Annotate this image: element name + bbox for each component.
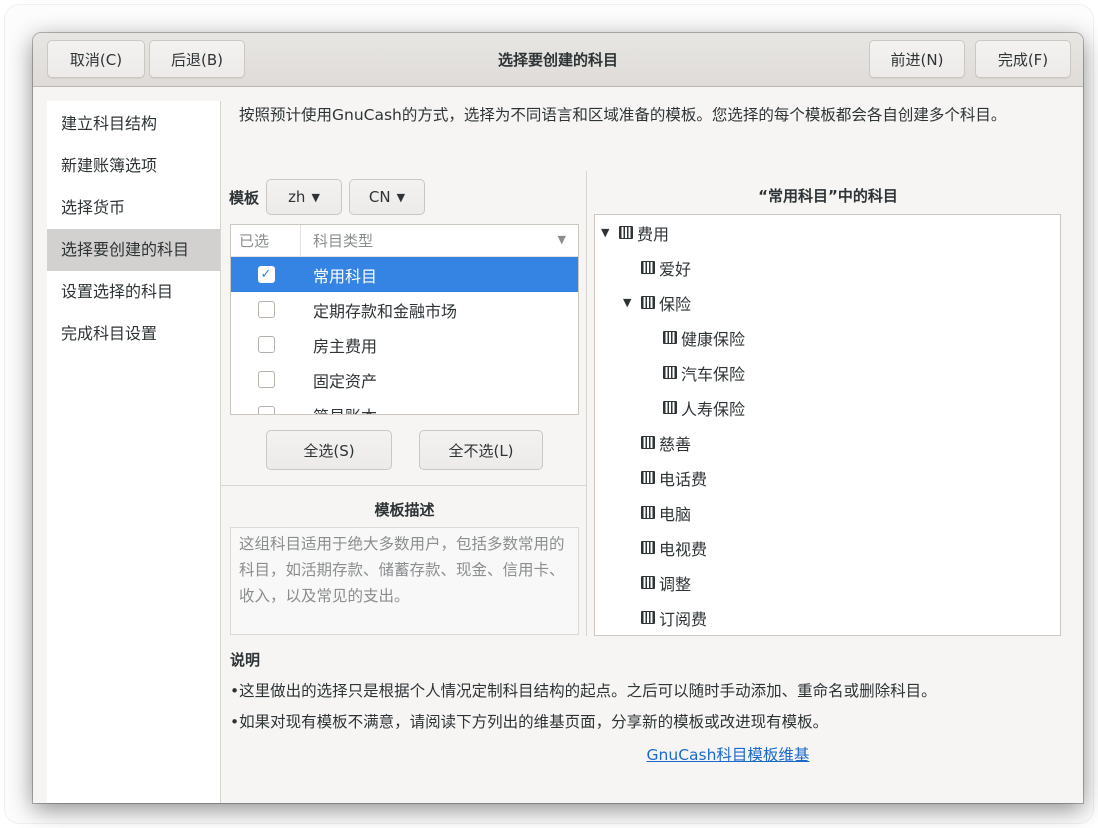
account-icon xyxy=(663,331,677,344)
select-none-button[interactable]: 全不选(L) xyxy=(419,430,543,470)
list-item[interactable]: 房主费用 xyxy=(231,327,578,362)
account-icon xyxy=(619,226,633,239)
tree-item[interactable]: 电话费 xyxy=(623,460,707,495)
tree-item-label: 慈善 xyxy=(659,434,692,454)
tree-item-label: 爱好 xyxy=(659,259,692,279)
notes-line: •这里做出的选择只是根据个人情况定制科目结构的起点。之后可以随时手动添加、重命名… xyxy=(230,682,937,700)
sidebar-item-structure[interactable]: 建立科目结构 xyxy=(47,103,220,145)
finish-button[interactable]: 完成(F) xyxy=(975,40,1071,78)
template-list: 已选 科目类型 ▼ ✓ 常用科目 定期存款和金融市场 房主费用 固定资产 简易账… xyxy=(230,224,579,415)
list-item[interactable]: 简易账本 xyxy=(231,397,578,415)
account-icon xyxy=(641,471,655,484)
tree-item[interactable]: 爱好 xyxy=(623,250,691,285)
expander-open-icon[interactable]: ▼ xyxy=(601,226,615,239)
tree-item[interactable]: ▼ 保险 xyxy=(623,285,691,320)
region-dropdown[interactable]: CN ▼ xyxy=(349,179,425,215)
account-icon xyxy=(663,401,677,414)
template-label: 模板 xyxy=(229,189,260,207)
tree-item[interactable]: 健康保险 xyxy=(645,320,745,355)
language-value: zh xyxy=(288,188,306,206)
expander-open-icon[interactable]: ▼ xyxy=(623,296,637,309)
assistant-window: 取消(C) 后退(B) 选择要创建的科目 前进(N) 完成(F) 建立科目结构 … xyxy=(33,33,1083,803)
account-icon xyxy=(641,576,655,589)
list-item[interactable]: ✓ 常用科目 xyxy=(231,257,578,292)
region-value: CN xyxy=(368,188,391,206)
account-icon xyxy=(641,506,655,519)
chevron-down-icon: ▼ xyxy=(311,190,320,204)
account-icon xyxy=(663,366,677,379)
forward-button[interactable]: 前进(N) xyxy=(869,40,965,78)
tree-item[interactable]: 人寿保险 xyxy=(645,390,745,425)
tree-item-label: 电视费 xyxy=(659,539,708,559)
list-item-label: 简易账本 xyxy=(301,403,377,415)
checkbox[interactable] xyxy=(257,371,275,388)
list-header: 已选 科目类型 ▼ xyxy=(231,225,578,257)
tree-title: “常用科目”中的科目 xyxy=(758,187,898,205)
checkbox[interactable] xyxy=(257,301,275,318)
tree-item-label: 健康保险 xyxy=(681,329,746,349)
checkbox[interactable] xyxy=(257,406,275,414)
divider xyxy=(586,171,587,636)
sidebar-item-finish[interactable]: 完成科目设置 xyxy=(47,313,220,355)
language-dropdown[interactable]: zh ▼ xyxy=(266,179,342,215)
wiki-link[interactable]: GnuCash科目模板维基 xyxy=(647,746,810,764)
tree-item[interactable]: 慈善 xyxy=(623,425,691,460)
back-button[interactable]: 后退(B) xyxy=(149,40,245,78)
tree-item[interactable]: 汽车保险 xyxy=(645,355,745,390)
cancel-button[interactable]: 取消(C) xyxy=(47,40,145,78)
tree-item-label: 汽车保险 xyxy=(681,364,746,384)
column-header-type[interactable]: 科目类型 xyxy=(301,230,373,251)
header-bar: 取消(C) 后退(B) 选择要创建的科目 前进(N) 完成(F) xyxy=(33,33,1083,87)
sort-arrow-icon: ▼ xyxy=(557,233,566,246)
tree-item[interactable]: 电脑 xyxy=(623,495,691,530)
checkbox[interactable] xyxy=(257,336,275,353)
tree-item[interactable]: 调整 xyxy=(623,565,691,600)
checkbox[interactable]: ✓ xyxy=(257,266,275,283)
tree-item[interactable]: 电视费 xyxy=(623,530,707,565)
tree-item[interactable]: 订阅费 xyxy=(623,600,707,635)
description-text: 这组科目适用于绝大多数用户，包括多数常用的科目，如活期存款、储蓄存款、现金、信用… xyxy=(230,527,579,635)
list-item[interactable]: 固定资产 xyxy=(231,362,578,397)
tree-item[interactable]: ▼ 费用 xyxy=(601,215,669,250)
tree-item-label: 人寿保险 xyxy=(681,399,746,419)
list-item-label: 常用科目 xyxy=(313,266,378,286)
select-all-button[interactable]: 全选(S) xyxy=(266,430,392,470)
list-item[interactable]: 定期存款和金融市场 xyxy=(231,292,578,327)
sidebar-item-choose-accounts[interactable]: 选择要创建的科目 xyxy=(47,229,220,271)
account-icon xyxy=(641,261,655,274)
tree-item-label: 费用 xyxy=(637,224,670,244)
sidebar-item-setup-accounts[interactable]: 设置选择的科目 xyxy=(47,271,220,313)
chevron-down-icon: ▼ xyxy=(396,190,406,204)
sidebar-item-currency[interactable]: 选择货币 xyxy=(47,187,220,229)
account-icon xyxy=(641,541,655,554)
sidebar-item-book-options[interactable]: 新建账簿选项 xyxy=(47,145,220,187)
list-item-label: 固定资产 xyxy=(313,371,378,391)
notes-title: 说明 xyxy=(230,651,261,669)
account-icon xyxy=(641,436,655,449)
tree-item-label: 电脑 xyxy=(659,504,692,524)
tree-item-label: 调整 xyxy=(659,574,692,594)
intro-text: 按照预计使用GnuCash的方式，选择为不同语言和区域准备的模板。您选择的每个模… xyxy=(239,106,1007,124)
list-item-label: 房主费用 xyxy=(313,336,378,356)
tree-item-label: 电话费 xyxy=(659,469,708,489)
description-title: 模板描述 xyxy=(374,501,435,519)
notes-line: •如果对现有模板不满意，请阅读下方列出的维基页面，分享新的模板或改进现有模板。 xyxy=(230,713,829,731)
account-icon xyxy=(641,611,655,624)
divider xyxy=(221,485,586,486)
wiki-link-row: GnuCash科目模板维基 xyxy=(33,743,1083,765)
tree-item-label: 订阅费 xyxy=(659,609,708,629)
column-header-selected[interactable]: 已选 xyxy=(231,225,301,256)
list-item-label: 定期存款和金融市场 xyxy=(313,301,458,321)
account-tree: ▼ 费用 爱好 ▼ 保险 健康保险 汽车保险 人寿保险 慈善 电话费 电脑 电视… xyxy=(594,214,1061,636)
tree-item-label: 保险 xyxy=(659,294,692,314)
account-icon xyxy=(641,296,655,309)
steps-sidebar: 建立科目结构 新建账簿选项 选择货币 选择要创建的科目 设置选择的科目 完成科目… xyxy=(47,101,221,803)
